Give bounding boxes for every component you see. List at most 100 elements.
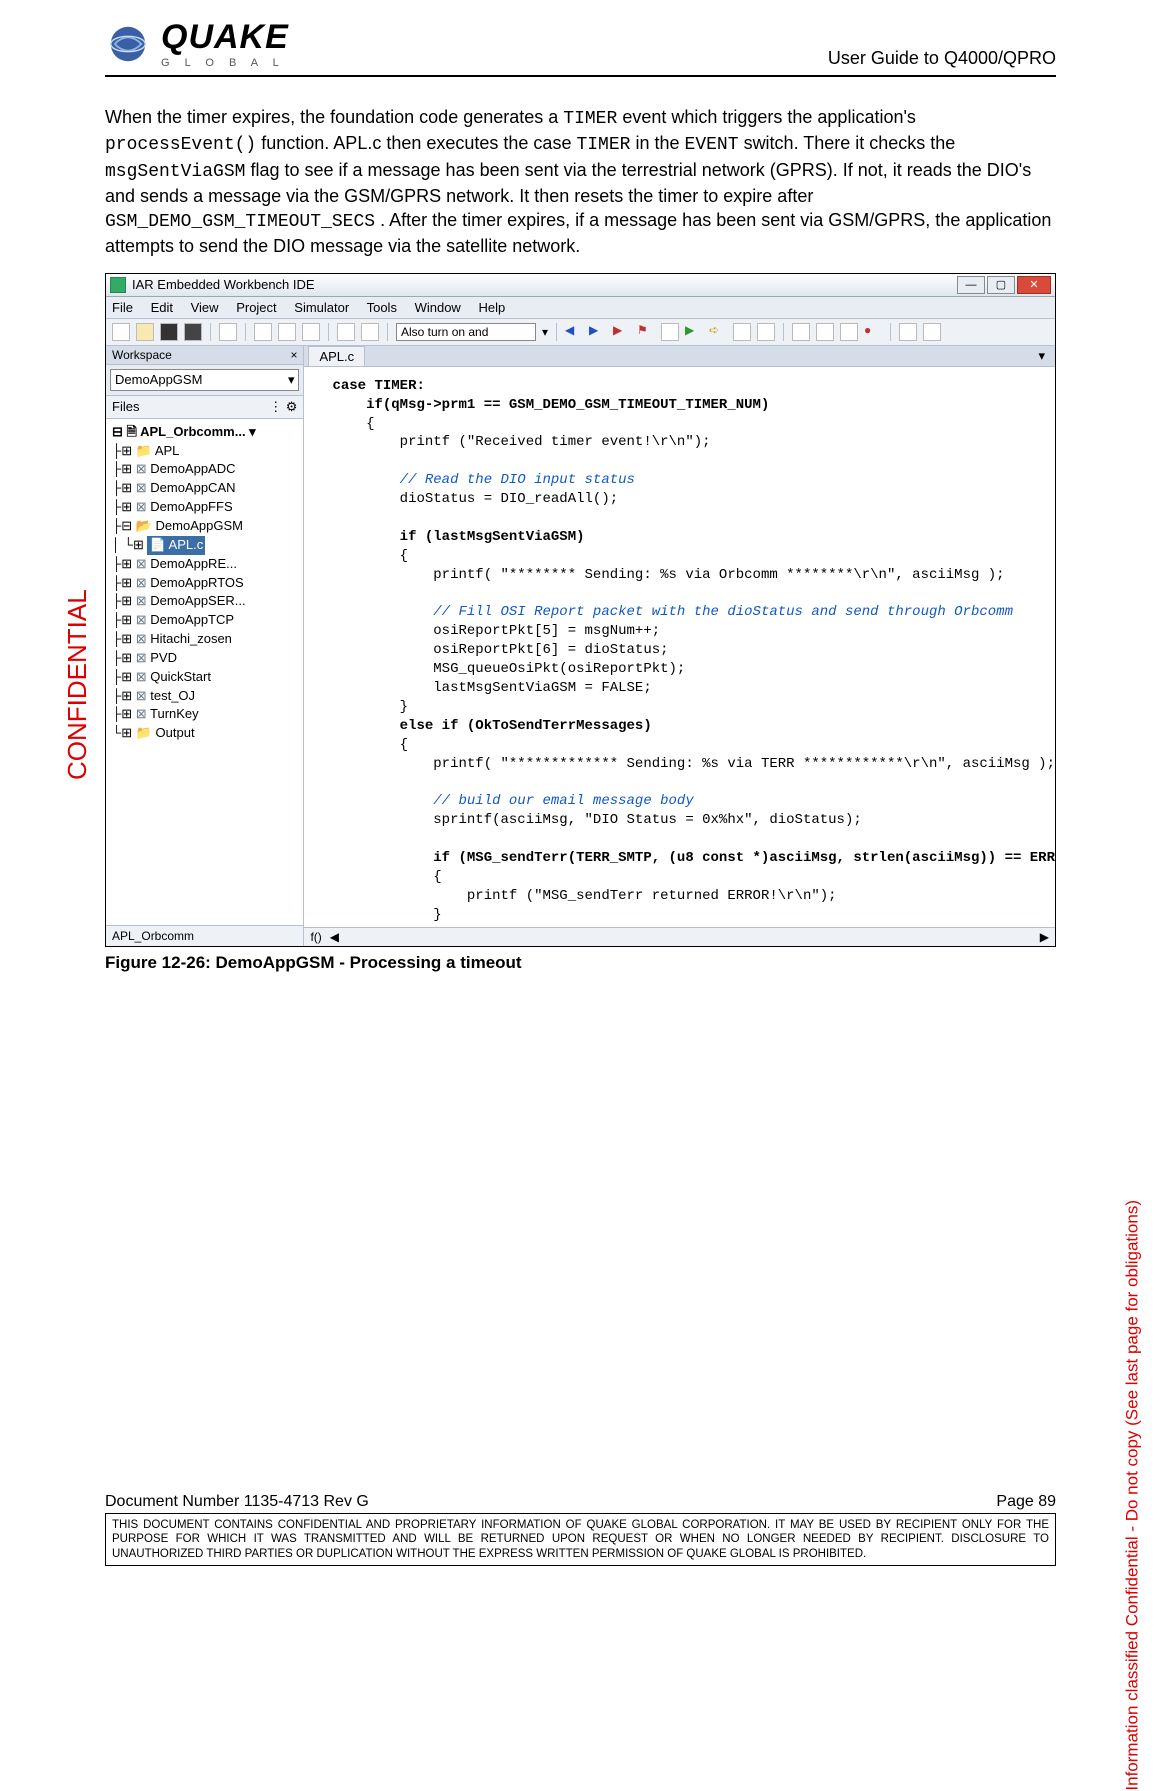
- code-line: dioStatus = DIO_readAll();: [332, 491, 618, 507]
- chevron-down-icon: ▾: [288, 372, 295, 388]
- workspace-dropdown[interactable]: DemoAppGSM ▾: [110, 369, 299, 391]
- scroll-right-icon[interactable]: ▶: [1040, 930, 1049, 944]
- undo-icon[interactable]: [337, 323, 355, 341]
- search-dropdown-icon[interactable]: ▾: [542, 325, 548, 339]
- paste-icon[interactable]: [302, 323, 320, 341]
- menu-view[interactable]: View: [191, 300, 219, 315]
- code-line: }: [332, 699, 408, 715]
- new-file-icon[interactable]: [112, 323, 130, 341]
- tree-folder[interactable]: ├⊞ ⊠ DemoAppCAN: [112, 479, 299, 498]
- tool-icon[interactable]: [923, 323, 941, 341]
- tree-folder[interactable]: ├⊞ ⊠ DemoAppFFS: [112, 498, 299, 517]
- tree-folder[interactable]: ├⊞ ⊠ DemoAppRE...: [112, 555, 299, 574]
- menu-tools[interactable]: Tools: [367, 300, 397, 315]
- tree-folder[interactable]: ├⊞ ⊠ test_OJ: [112, 687, 299, 706]
- menu-simulator[interactable]: Simulator: [294, 300, 349, 315]
- cut-icon[interactable]: [254, 323, 272, 341]
- menu-help[interactable]: Help: [478, 300, 505, 315]
- redo-icon[interactable]: [361, 323, 379, 341]
- code-editor[interactable]: case TIMER: if(qMsg->prm1 == GSM_DEMO_GS…: [304, 367, 1055, 927]
- code-line: osiReportPkt[5] = msgNum++;: [332, 623, 660, 639]
- code-line: if (lastMsgSentViaGSM): [332, 529, 584, 545]
- menubar: File Edit View Project Simulator Tools W…: [106, 297, 1055, 319]
- copy-icon[interactable]: [278, 323, 296, 341]
- open-file-icon[interactable]: [136, 323, 154, 341]
- toolbar-separator: [783, 323, 784, 341]
- debug-arrow-icon[interactable]: ◀: [565, 323, 583, 341]
- tree-folder[interactable]: ├⊞ ⊠ DemoAppADC: [112, 460, 299, 479]
- tool-icon[interactable]: [757, 323, 775, 341]
- tree-folder[interactable]: ├⊞ ⊠ QuickStart: [112, 668, 299, 687]
- tree-folder[interactable]: ├⊞ 📁 APL: [112, 442, 299, 461]
- menu-edit[interactable]: Edit: [151, 300, 173, 315]
- tree-file-selected[interactable]: │ └⊞ 📄 APL.c: [112, 536, 299, 555]
- tree-folder[interactable]: ├⊞ ⊠ DemoAppSER...: [112, 592, 299, 611]
- code-line: case TIMER:: [332, 378, 424, 394]
- editor-tabs: APL.c ▾: [304, 346, 1055, 367]
- tree-folder[interactable]: └⊞ 📁 Output: [112, 724, 299, 743]
- save-icon[interactable]: [160, 323, 178, 341]
- stop-icon[interactable]: ●: [864, 323, 882, 341]
- close-button[interactable]: ✕: [1017, 276, 1051, 294]
- run-icon[interactable]: ▶: [685, 323, 703, 341]
- minimize-button[interactable]: —: [957, 276, 985, 294]
- para-text: event which triggers the application's: [622, 107, 916, 127]
- inline-code: msgSentViaGSM: [105, 162, 245, 182]
- tool-icon[interactable]: [840, 323, 858, 341]
- toolbar: ▾ ◀ ▶ ▶ ⚑ ▶ ➪ ●: [106, 319, 1055, 346]
- menu-window[interactable]: Window: [415, 300, 461, 315]
- window-titlebar: IAR Embedded Workbench IDE — ▢ ✕: [106, 274, 1055, 297]
- inline-code: EVENT: [685, 135, 739, 155]
- debug-arrow-icon[interactable]: ▶: [613, 323, 631, 341]
- workspace-selected: DemoAppGSM: [115, 372, 202, 387]
- step-icon[interactable]: ➪: [709, 323, 727, 341]
- save-all-icon[interactable]: [184, 323, 202, 341]
- code-line: sprintf(asciiMsg, "DIO Status = 0x%hx", …: [332, 812, 861, 828]
- scroll-left-icon[interactable]: ◀: [330, 930, 339, 944]
- para-text: in the: [635, 133, 684, 153]
- workspace-panel: Workspace × DemoAppGSM ▾ Files ⋮ ⚙ ⊟ 🗎 A…: [106, 346, 304, 946]
- tree-folder[interactable]: ├⊞ ⊠ DemoAppTCP: [112, 611, 299, 630]
- para-text: function. APL.c then executes the case: [261, 133, 576, 153]
- debug-arrow-icon[interactable]: ▶: [589, 323, 607, 341]
- tree-folder[interactable]: ├⊞ ⊠ PVD: [112, 649, 299, 668]
- workspace-status-tab[interactable]: APL_Orbcomm: [106, 925, 303, 946]
- code-line: MSG_queueOsiPkt(osiReportPkt);: [332, 661, 685, 677]
- code-line: {: [332, 869, 441, 885]
- tab-dropdown-icon[interactable]: ▾: [1032, 346, 1051, 366]
- toggle-icon[interactable]: [661, 323, 679, 341]
- toolbar-search-input[interactable]: [396, 323, 536, 341]
- editor-tab[interactable]: APL.c: [308, 346, 365, 366]
- doc-number: Document Number 1135-4713 Rev G: [105, 1493, 369, 1511]
- function-indicator: f(): [310, 930, 321, 944]
- toolbar-separator: [245, 323, 246, 341]
- tree-folder[interactable]: ├⊟ 📂 DemoAppGSM: [112, 517, 299, 536]
- tree-folder[interactable]: ├⊞ ⊠ Hitachi_zosen: [112, 630, 299, 649]
- code-line: if (MSG_sendTerr(TERR_SMTP, (u8 const *)…: [332, 850, 1055, 866]
- document-title: User Guide to Q4000/QPRO: [828, 48, 1056, 69]
- code-comment: // build our email message body: [332, 793, 693, 809]
- bookmark-icon[interactable]: ⚑: [637, 323, 655, 341]
- project-tree[interactable]: ⊟ 🗎 APL_Orbcomm... ▾ ├⊞ 📁 APL ├⊞ ⊠ DemoA…: [106, 419, 303, 925]
- tool-icon[interactable]: [792, 323, 810, 341]
- maximize-button[interactable]: ▢: [987, 276, 1015, 294]
- code-line: osiReportPkt[6] = dioStatus;: [332, 642, 668, 658]
- para-text: When the timer expires, the foundation c…: [105, 107, 563, 127]
- files-label: Files: [112, 399, 139, 415]
- tree-root[interactable]: ⊟ 🗎 APL_Orbcomm... ▾: [112, 423, 299, 442]
- code-line: {: [332, 416, 374, 432]
- tool-icon[interactable]: [816, 323, 834, 341]
- tool-icon[interactable]: [899, 323, 917, 341]
- print-icon[interactable]: [219, 323, 237, 341]
- menu-file[interactable]: File: [112, 300, 133, 315]
- files-config-icon[interactable]: ⋮ ⚙: [269, 399, 297, 415]
- menu-project[interactable]: Project: [236, 300, 276, 315]
- tree-folder[interactable]: ├⊞ ⊠ DemoAppRTOS: [112, 574, 299, 593]
- tool-icon[interactable]: [733, 323, 751, 341]
- panel-close-icon[interactable]: ×: [290, 348, 297, 362]
- tree-folder[interactable]: ├⊞ ⊠ TurnKey: [112, 705, 299, 724]
- code-line: printf ("Received timer event!\r\n");: [332, 434, 710, 450]
- code-line: printf ("MSG_sendTerr returned ERROR!\r\…: [332, 888, 836, 904]
- para-text: switch. There it checks the: [744, 133, 956, 153]
- code-line: else if (OkToSendTerrMessages): [332, 718, 651, 734]
